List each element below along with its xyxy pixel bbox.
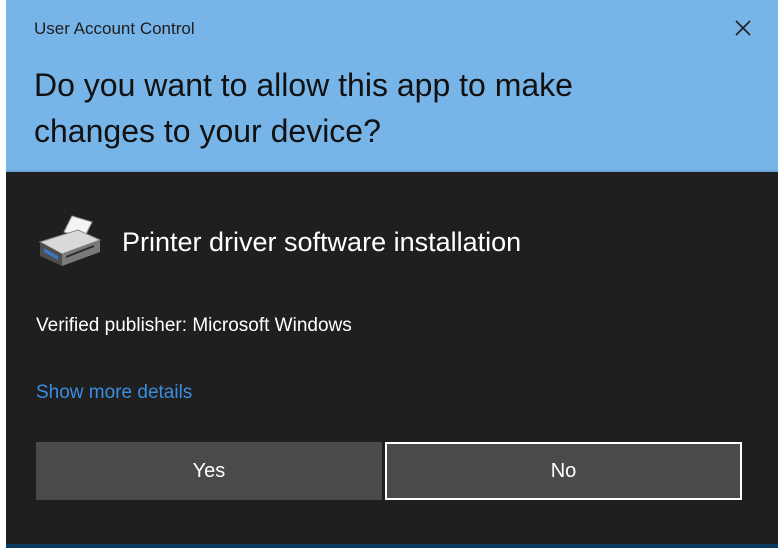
printer-icon <box>38 215 102 266</box>
no-button[interactable]: No <box>385 442 742 500</box>
app-info: Printer driver software installation <box>34 202 521 282</box>
prompt-question: Do you want to allow this app to make ch… <box>34 67 573 149</box>
dialog-bottom-edge <box>6 544 778 548</box>
close-button[interactable] <box>726 11 760 45</box>
window-title: User Account Control <box>34 19 195 38</box>
yes-button[interactable]: Yes <box>36 442 382 500</box>
uac-dialog: User Account Control Do you want to allo… <box>6 0 778 548</box>
close-icon <box>735 20 751 36</box>
publisher-text: Verified publisher: Microsoft Windows <box>36 315 352 336</box>
dialog-header: User Account Control Do you want to allo… <box>6 0 778 172</box>
app-name: Printer driver software installation <box>122 226 522 257</box>
show-more-details-link[interactable]: Show more details <box>36 382 192 404</box>
